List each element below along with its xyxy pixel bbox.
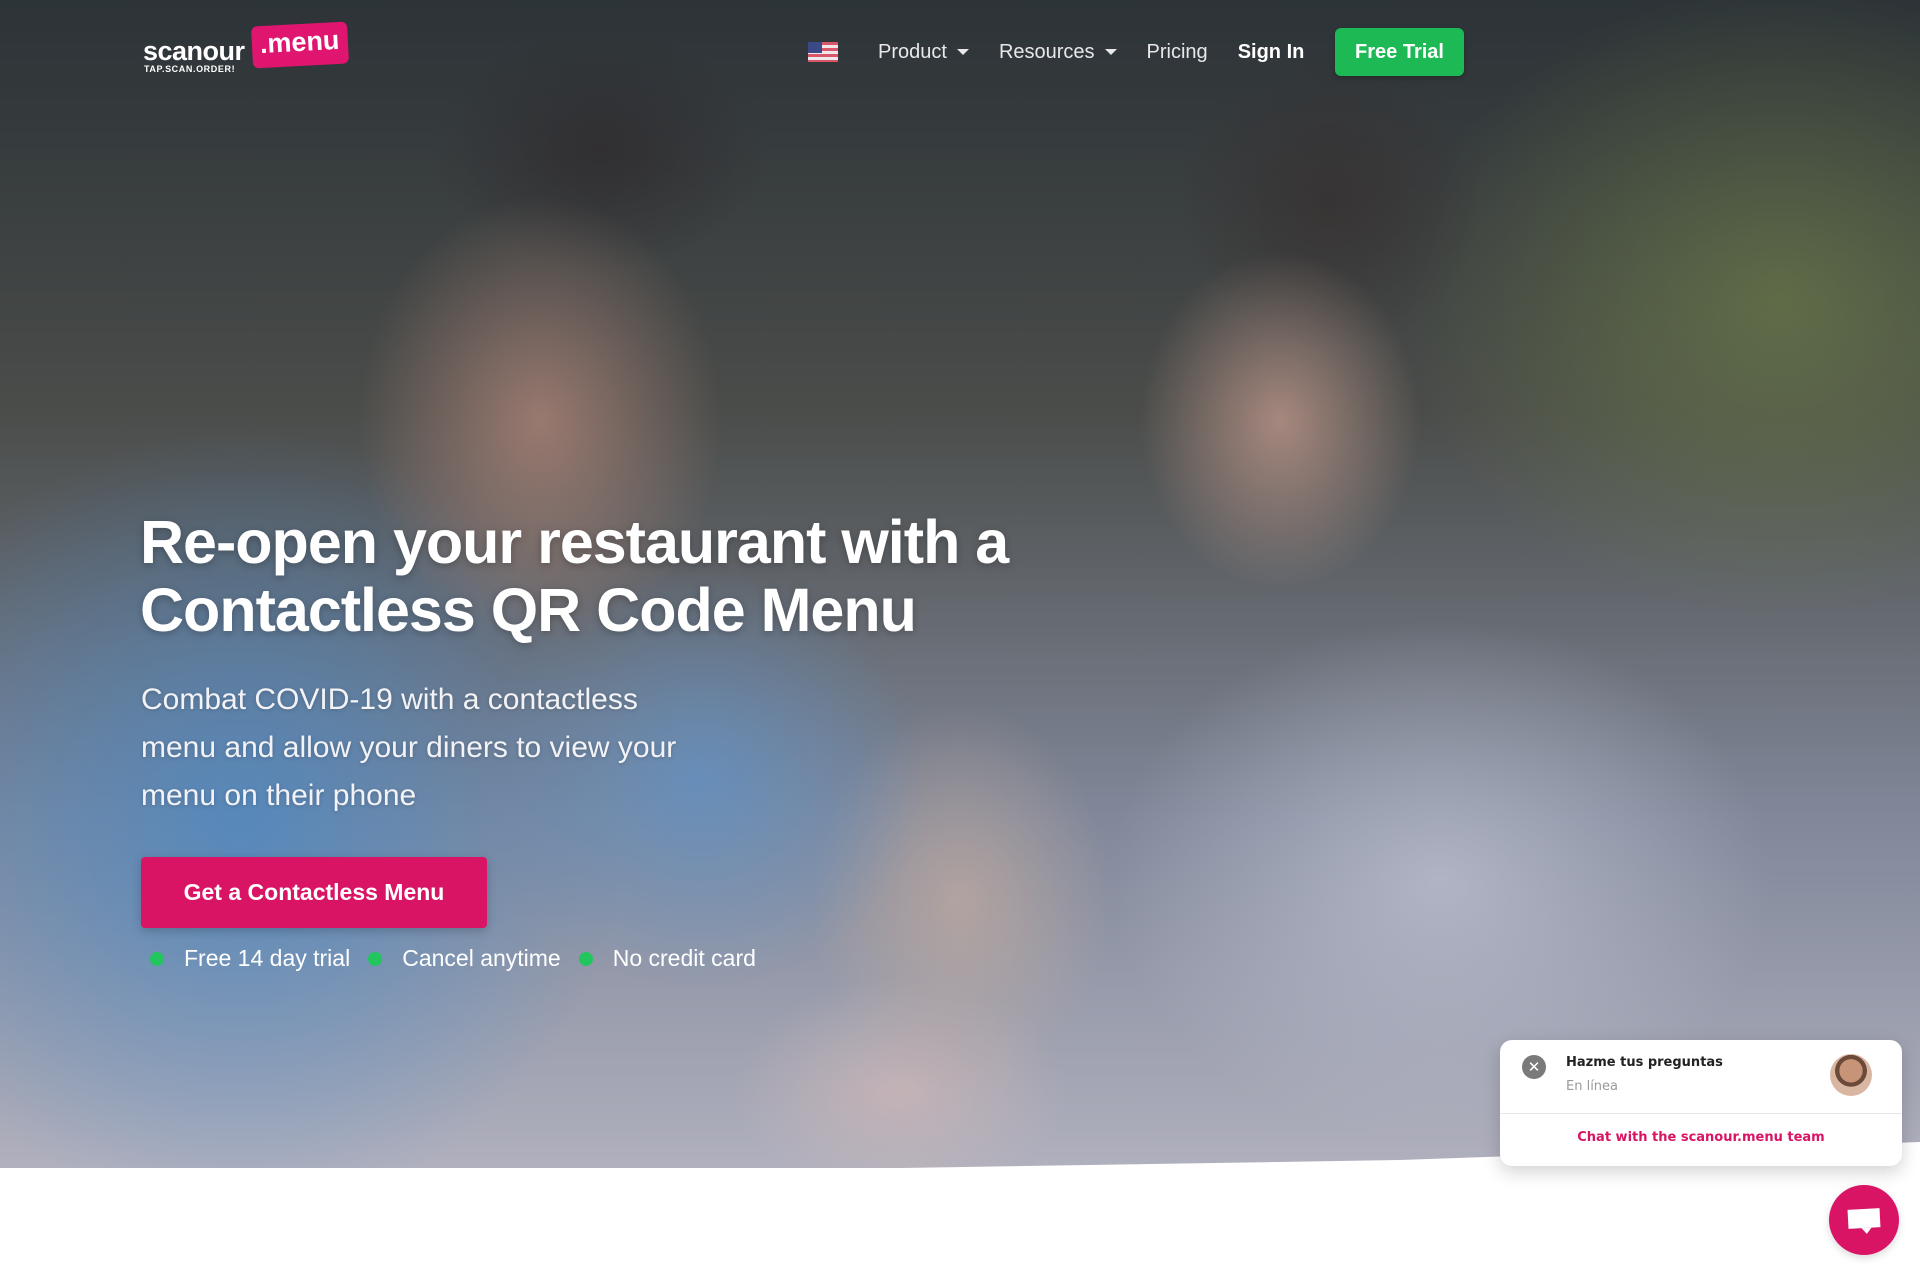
- close-icon[interactable]: ✕: [1522, 1055, 1546, 1079]
- flag-canton: [808, 42, 822, 53]
- logo-tagline: TAP.SCAN.ORDER!: [144, 64, 236, 74]
- green-dot-icon: [578, 951, 593, 966]
- main-nav: Product Resources Pricing Sign In: [808, 28, 1334, 76]
- hero-subtitle: Combat COVID-19 with a contactless menu …: [141, 676, 761, 820]
- free-trial-button[interactable]: Free Trial: [1335, 28, 1464, 76]
- hero-headline: Re-open your restaurant with a Contactle…: [140, 508, 1140, 644]
- headline-line-1: Re-open your restaurant with a: [140, 508, 1009, 576]
- nav-item-label: Pricing: [1146, 40, 1208, 63]
- nav-item-sign-in[interactable]: Sign In: [1238, 41, 1305, 64]
- chevron-down-icon: [956, 49, 969, 55]
- nav-item-label: Resources: [998, 40, 1095, 63]
- logo[interactable]: scanour .menu TAP.SCAN.ORDER!: [143, 21, 349, 74]
- nav-item-resources[interactable]: Resources: [999, 41, 1117, 64]
- divider: [1500, 1113, 1902, 1114]
- chat-launcher-button[interactable]: [1829, 1185, 1899, 1255]
- perk-item: No credit card: [578, 945, 756, 972]
- logo-wordmark: scanour: [143, 36, 245, 66]
- green-dot-icon: [150, 951, 164, 966]
- subtitle-line-2: menu and allow your diners to view your: [141, 731, 677, 764]
- nav-item-product[interactable]: Product: [878, 41, 969, 64]
- chevron-down-icon: [1104, 49, 1117, 55]
- nav-item-label: Sign In: [1237, 40, 1305, 63]
- green-dot-icon: [368, 951, 383, 966]
- perk-label: Cancel anytime: [402, 945, 561, 971]
- logo-badge: .menu: [250, 21, 349, 69]
- nav-item-pricing[interactable]: Pricing: [1147, 41, 1208, 64]
- subtitle-line-1: Combat COVID-19 with a contactless: [141, 683, 638, 716]
- subtitle-line-3: menu on their phone: [141, 779, 417, 812]
- us-flag-icon[interactable]: [808, 42, 838, 62]
- perk-item: Cancel anytime: [368, 945, 561, 972]
- nav-item-label: Product: [878, 40, 947, 63]
- get-contactless-menu-button[interactable]: Get a Contactless Menu: [141, 857, 487, 928]
- chat-with-team-link[interactable]: Chat with the scanour.menu team: [1500, 1130, 1902, 1145]
- headline-line-2: Contactless QR Code Menu: [140, 576, 917, 644]
- chat-status: En línea: [1566, 1079, 1619, 1094]
- perk-label: Free 14 day trial: [184, 945, 351, 971]
- agent-avatar: [1830, 1054, 1872, 1096]
- chat-bubble-icon: [1847, 1207, 1881, 1229]
- perk-label: No credit card: [612, 945, 756, 971]
- perk-item: Free 14 day trial: [150, 945, 350, 972]
- chat-title: Hazme tus preguntas: [1566, 1055, 1723, 1070]
- chat-popup: ✕ Hazme tus preguntas En línea Chat with…: [1500, 1040, 1902, 1166]
- perks-list: Free 14 day trial Cancel anytime No cred…: [150, 945, 774, 972]
